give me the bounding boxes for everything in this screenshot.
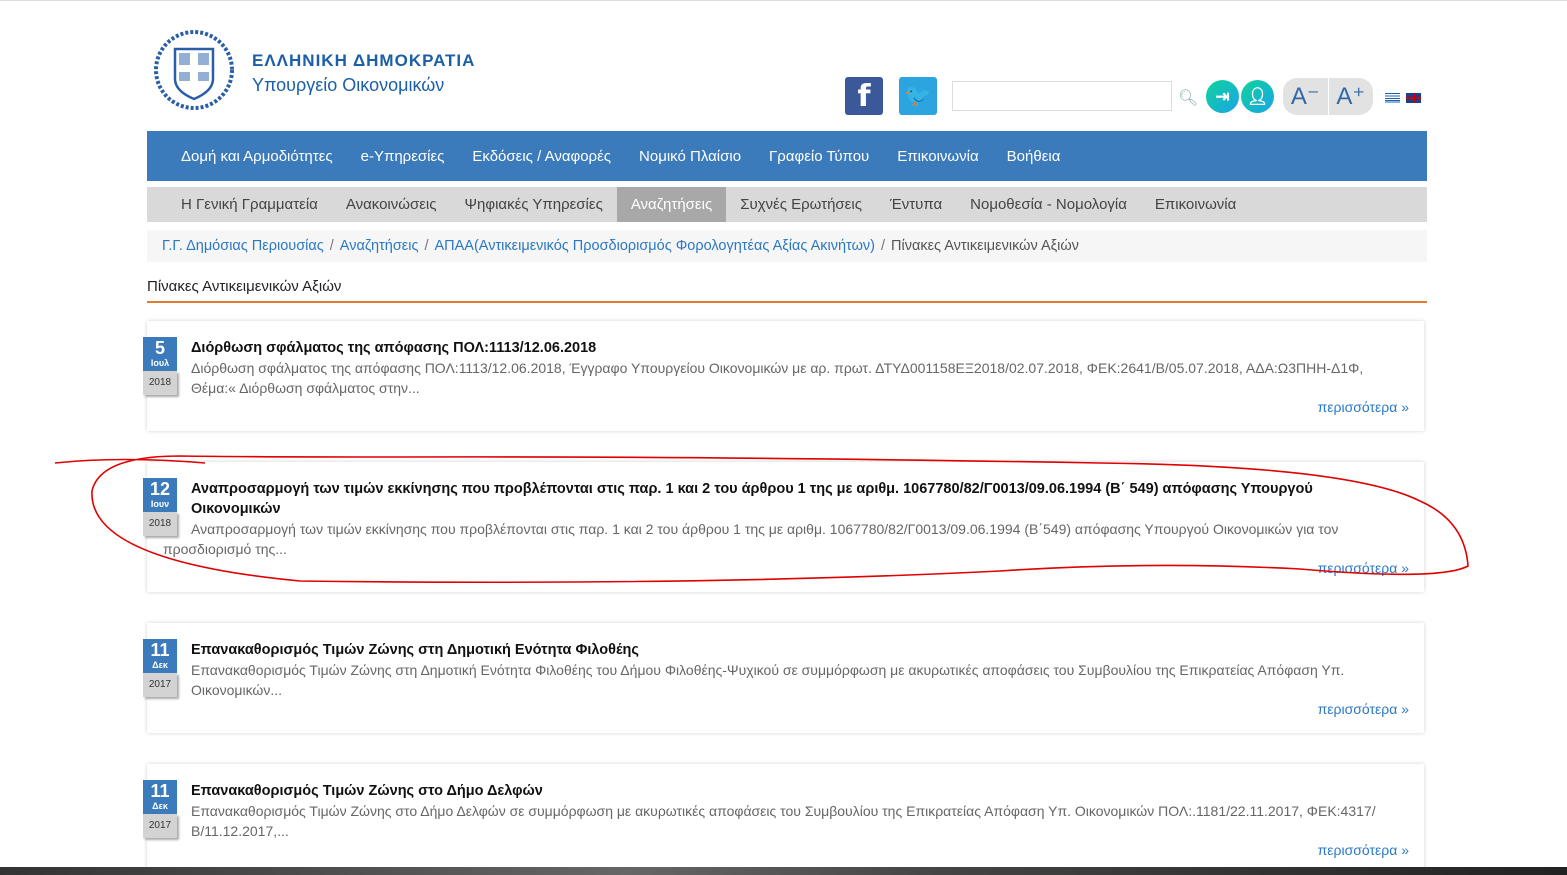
article-description: Διόρθωση σφάλματος της απόφασης ΠΟΛ:1113… bbox=[191, 360, 1364, 396]
article-card: 5 Ιουλ 2018 Διόρθωση σφάλματος της απόφαση… bbox=[143, 321, 1424, 431]
subnav-item[interactable]: Η Γενική Γραμματεία bbox=[167, 187, 332, 222]
subnav-item[interactable]: Συχνές Ερωτήσεις bbox=[726, 187, 876, 222]
article-card: 12 Ιουν 2018 Αναπροσαρμογή των τιμών εκκίν… bbox=[143, 462, 1424, 592]
site-brand[interactable]: ΕΛΛΗΝΙΚΗ ΔΗΜΟΚΡΑΤΙΑ Υπουργείο Οικονομικώ… bbox=[252, 51, 475, 96]
nav-item[interactable]: Εκδόσεις / Αναφορές bbox=[458, 148, 625, 165]
nav-item[interactable]: Νομικό Πλαίσιο bbox=[625, 148, 755, 165]
search-icon[interactable]: 🔍︎ bbox=[1178, 88, 1198, 108]
subnav-item[interactable]: Ανακοινώσεις bbox=[332, 187, 451, 222]
date-month: Δεκ bbox=[143, 660, 177, 673]
nav-item[interactable]: Γραφείο Τύπου bbox=[755, 148, 883, 165]
date-year: 2017 bbox=[143, 814, 177, 838]
main-nav: Δομή και Αρμοδιότητες e-Υπηρεσίες Εκδόσε… bbox=[147, 131, 1427, 181]
breadcrumb-separator: / bbox=[880, 238, 885, 254]
breadcrumb-link[interactable]: ΑΠΑΑ(Αντικειμενικός Προσδιορισμός Φορολο… bbox=[434, 238, 874, 254]
date-badge: 5 Ιουλ 2018 bbox=[143, 337, 177, 395]
font-size-controls: A⁻ A⁺ bbox=[1283, 78, 1373, 115]
read-more-link[interactable]: περισσότερα » bbox=[1318, 560, 1409, 576]
page-title: Πίνακες Αντικειμενικών Αξιών bbox=[147, 278, 1427, 303]
breadcrumb-link[interactable]: Αναζητήσεις bbox=[340, 238, 419, 254]
date-year: 2017 bbox=[143, 673, 177, 697]
article-description: Αναπροσαρμογή των τιμών εκκίνησης που πρ… bbox=[163, 521, 1339, 557]
date-day: 11 bbox=[143, 639, 177, 660]
date-day: 12 bbox=[143, 478, 177, 499]
date-month: Ιουν bbox=[143, 499, 177, 512]
date-day: 5 bbox=[143, 337, 177, 358]
read-more-link[interactable]: περισσότερα » bbox=[1318, 701, 1409, 717]
nav-item[interactable]: Βοήθεια bbox=[993, 148, 1075, 165]
font-increase-button[interactable]: A⁺ bbox=[1329, 78, 1374, 115]
article-description: Επανακαθορισμός Τιμών Ζώνης στη Δημοτική… bbox=[191, 662, 1345, 698]
nav-item[interactable]: Επικοινωνία bbox=[883, 148, 992, 165]
article-description: Επανακαθορισμός Τιμών Ζώνης στο Δήμο Δελ… bbox=[191, 803, 1376, 839]
article-title[interactable]: Αναπροσαρμογή των τιμών εκκίνησης που πρ… bbox=[191, 479, 1334, 519]
article-title[interactable]: Διόρθωση σφάλματος της απόφασης ΠΟΛ:1113… bbox=[191, 338, 1344, 358]
article-card: 11 Δεκ 2017 Επανακαθορισμός Τιμών Ζώνης στ… bbox=[143, 623, 1424, 733]
breadcrumb-separator: / bbox=[424, 238, 429, 254]
date-day: 11 bbox=[143, 780, 177, 801]
subnav-item[interactable]: Νομοθεσία - Νομολογία bbox=[956, 187, 1141, 222]
facebook-icon[interactable]: f bbox=[845, 77, 883, 115]
article-title[interactable]: Επανακαθορισμός Τιμών Ζώνης στο Δήμο Δελ… bbox=[191, 781, 1344, 801]
subnav-item[interactable]: Επικοινωνία bbox=[1141, 187, 1250, 222]
brand-title: ΕΛΛΗΝΙΚΗ ΔΗΜΟΚΡΑΤΙΑ bbox=[252, 51, 476, 70]
nav-item[interactable]: e-Υπηρεσίες bbox=[347, 148, 459, 165]
greek-flag-icon[interactable] bbox=[1385, 93, 1400, 103]
subnav-item[interactable]: Έντυπα bbox=[876, 187, 956, 222]
greek-coat-of-arms-logo[interactable] bbox=[153, 29, 235, 111]
subnav-item-active[interactable]: Αναζητήσεις bbox=[616, 187, 727, 222]
font-decrease-button[interactable]: A⁻ bbox=[1283, 78, 1329, 115]
register-icon[interactable]: 👤︎ bbox=[1241, 80, 1274, 113]
subnav-item[interactable]: Ψηφιακές Υπηρεσίες bbox=[450, 187, 616, 222]
breadcrumb-current: Πίνακες Αντικειμενικών Αξιών bbox=[891, 238, 1079, 254]
date-badge: 11 Δεκ 2017 bbox=[143, 639, 177, 697]
sub-nav: Η Γενική Γραμματεία Ανακοινώσεις Ψηφιακέ… bbox=[147, 187, 1427, 222]
nav-item[interactable]: Δομή και Αρμοδιότητες bbox=[167, 148, 347, 165]
login-icon[interactable]: ⇥ bbox=[1206, 80, 1239, 113]
brand-subtitle: Υπουργείο Οικονομικών bbox=[252, 75, 445, 95]
date-month: Ιουλ bbox=[143, 358, 177, 371]
uk-flag-icon[interactable] bbox=[1405, 92, 1422, 104]
search-input[interactable] bbox=[952, 81, 1172, 111]
read-more-link[interactable]: περισσότερα » bbox=[1318, 842, 1409, 858]
date-badge: 11 Δεκ 2017 bbox=[143, 780, 177, 838]
date-month: Δεκ bbox=[143, 801, 177, 814]
twitter-icon[interactable]: 🐦 bbox=[899, 77, 937, 115]
article-card: 11 Δεκ 2017 Επανακαθορισμός Τιμών Ζώνης στ… bbox=[143, 764, 1424, 874]
date-year: 2018 bbox=[143, 371, 177, 395]
breadcrumb-separator: / bbox=[329, 238, 334, 254]
breadcrumb: Γ.Γ. Δημόσιας Περιουσίας / Αναζητήσεις / Α… bbox=[147, 230, 1427, 262]
breadcrumb-link[interactable]: Γ.Γ. Δημόσιας Περιουσίας bbox=[162, 238, 324, 254]
article-title[interactable]: Επανακαθορισμός Τιμών Ζώνης στη Δημοτική… bbox=[191, 640, 1344, 660]
read-more-link[interactable]: περισσότερα » bbox=[1318, 399, 1409, 415]
